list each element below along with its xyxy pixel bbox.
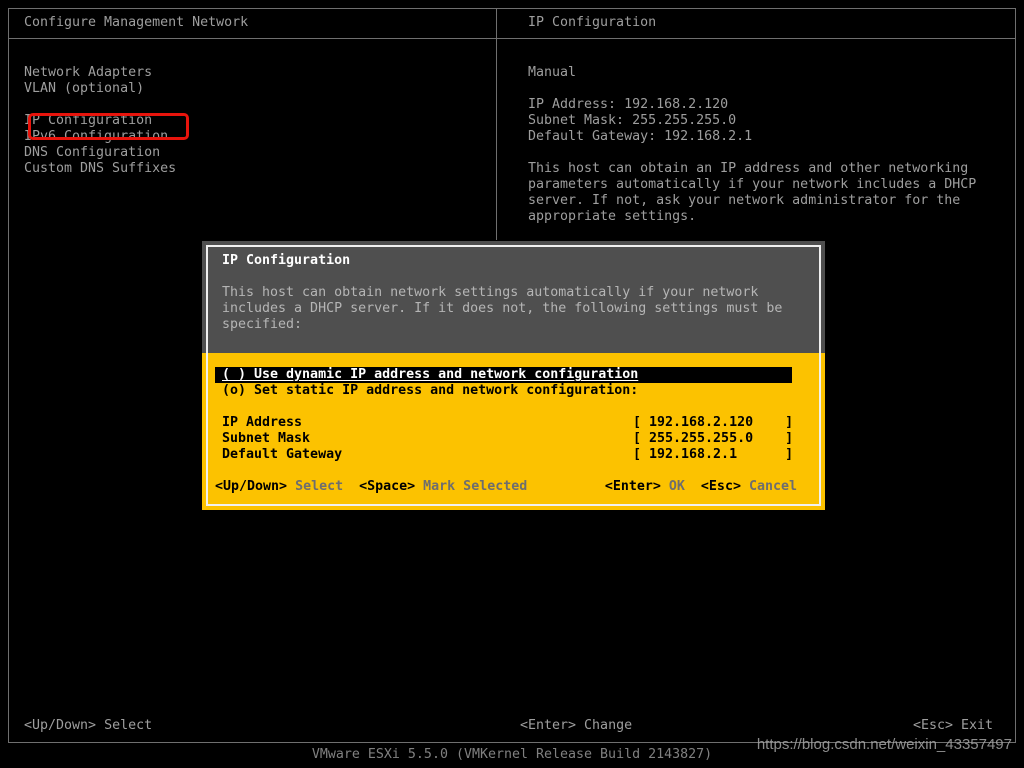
default-gateway-input[interactable]: [ 192.168.2.1 ]: [633, 447, 793, 463]
help-text-line: This host can obtain an IP address and o…: [528, 161, 969, 176]
default-gateway-value: 192.168.2.1: [664, 129, 753, 144]
esc-key: <Esc>: [912, 718, 953, 733]
default-gateway-field-row: Default Gateway [ 192.168.2.1 ]: [202, 447, 825, 463]
ip-address-field-label: IP Address: [222, 415, 303, 430]
ip-address-input[interactable]: [ 192.168.2.120 ]: [633, 415, 793, 431]
ip-address-row: IP Address: 192.168.2.120: [528, 97, 976, 113]
updown-key: <Up/Down>: [24, 718, 97, 733]
help-text-line: appropriate settings.: [528, 209, 697, 224]
subnet-mask-field-label: Subnet Mask: [222, 431, 311, 446]
ip-details-panel: Manual IP Address: 192.168.2.120 Subnet M…: [528, 65, 976, 225]
enter-key: <Enter>: [520, 718, 577, 733]
panel-divider: [496, 9, 497, 240]
radio-option-static-ip[interactable]: (o) Set static IP address and network co…: [202, 383, 825, 399]
default-gateway-label: Default Gateway:: [528, 129, 657, 144]
subnet-mask-value: 255.255.255.0: [632, 113, 737, 128]
dialog-help-line: This host can obtain network settings au…: [222, 285, 759, 300]
updown-key: <Up/Down>: [215, 479, 288, 494]
help-text-line: parameters automatically if your network…: [528, 177, 977, 192]
dialog-help-line: includes a DHCP server. If it does not, …: [222, 301, 783, 316]
ip-mode-value: Manual: [528, 65, 577, 80]
section-title: IP Configuration: [528, 15, 657, 30]
csdn-watermark: https://blog.csdn.net/weixin_43357497: [756, 736, 1012, 753]
dialog-title: IP Configuration: [222, 253, 351, 268]
dialog-form: ( ) Use dynamic IP address and network c…: [202, 353, 825, 510]
space-key: <Space>: [359, 479, 416, 494]
enter-action: Change: [584, 718, 633, 733]
dialog-help-line: specified:: [222, 317, 303, 332]
menu-item-network-adapters[interactable]: Network Adapters: [24, 65, 176, 81]
subnet-mask-input[interactable]: [ 255.255.255.0 ]: [633, 431, 793, 447]
esc-action: Exit: [960, 718, 993, 733]
ip-configuration-dialog: IP Configuration This host can obtain ne…: [202, 241, 825, 510]
space-action: Mark Selected: [423, 479, 528, 494]
subnet-mask-field-row: Subnet Mask [ 255.255.255.0 ]: [202, 431, 825, 447]
default-gateway-field-label: Default Gateway: [222, 447, 343, 462]
red-annotation-box: [28, 113, 189, 140]
title-divider: [9, 38, 1015, 39]
updown-action: Select: [295, 479, 344, 494]
ip-address-label: IP Address:: [528, 97, 617, 112]
radio-option-dynamic-ip[interactable]: ( ) Use dynamic IP address and network c…: [215, 367, 792, 383]
dialog-key-hints: <Up/Down> Select <Space> Mark Selected <Ent…: [202, 479, 825, 495]
esc-key: <Esc>: [700, 479, 741, 494]
hint-updown-select: <Up/Down> Select: [24, 718, 152, 733]
ok-action: OK: [668, 479, 685, 494]
menu-item-vlan[interactable]: VLAN (optional): [24, 81, 176, 97]
ip-address-value: 192.168.2.120: [624, 97, 729, 112]
hint-enter-change: <Enter> Change: [520, 718, 632, 734]
ip-address-field-row: IP Address [ 192.168.2.120 ]: [202, 415, 825, 431]
cancel-action: Cancel: [748, 479, 797, 494]
updown-action: Select: [104, 718, 153, 733]
help-text-line: server. If not, ask your network adminis…: [528, 193, 961, 208]
default-gateway-row: Default Gateway: 192.168.2.1: [528, 129, 976, 145]
subnet-mask-row: Subnet Mask: 255.255.255.0: [528, 113, 976, 129]
subnet-mask-label: Subnet Mask:: [528, 113, 625, 128]
menu-item-dns-configuration[interactable]: DNS Configuration: [24, 145, 176, 161]
menu-item-custom-dns-suffixes[interactable]: Custom DNS Suffixes: [24, 161, 176, 177]
dialog-header: IP Configuration This host can obtain ne…: [202, 241, 825, 353]
key-hints-bar: <Up/Down> Select <Enter> Change <Esc> Exit: [24, 718, 993, 734]
menu-spacer: [24, 97, 176, 113]
hint-esc-exit: <Esc> Exit: [913, 718, 993, 734]
window-title: Configure Management Network: [24, 15, 249, 30]
enter-key: <Enter>: [604, 479, 661, 494]
